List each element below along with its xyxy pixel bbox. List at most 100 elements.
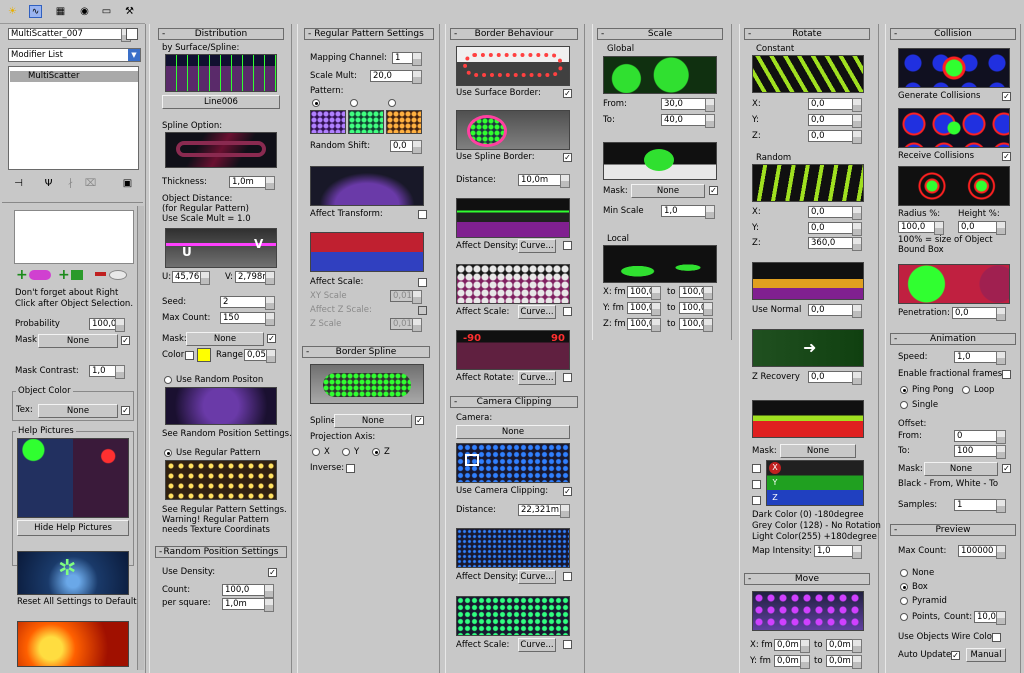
per-square-field[interactable]: 1,0m [222, 598, 274, 612]
local-z-from-field[interactable]: 100,0 [627, 318, 661, 332]
anim-to-field[interactable]: 100 [954, 445, 1006, 459]
make-unique-icon[interactable]: ∤ [64, 177, 77, 190]
pick-surface-button[interactable]: Line006 [162, 95, 280, 109]
regular-pattern-rollout-header[interactable]: - Regular Pattern Settings [304, 28, 434, 40]
preview-max-count-field[interactable]: 100000 [958, 545, 1006, 559]
tex-checkbox[interactable]: ✓ [121, 406, 130, 415]
manual-button[interactable]: Manual [966, 648, 1006, 662]
random-position-rollout-header[interactable]: - Random Position Settings [155, 546, 287, 558]
pin-stack-icon[interactable]: ⊣ [12, 177, 25, 190]
xy-scale-field[interactable]: 0,01 [390, 290, 422, 304]
generate-collisions-checkbox[interactable]: ✓ [1002, 92, 1011, 101]
single-radio[interactable] [900, 401, 908, 409]
count-field[interactable]: 100,0 [222, 584, 274, 598]
affect-rotate-checkbox[interactable] [563, 373, 572, 382]
affect-scale-curve-button[interactable]: Curve... [518, 305, 556, 319]
map-intensity-field[interactable]: 1,0 [814, 545, 862, 559]
camera-clipping-rollout-header[interactable]: - Camera Clipping [450, 396, 578, 408]
min-scale-field[interactable]: 1,0 [661, 205, 715, 219]
radius-field[interactable]: 100,0 [898, 221, 944, 235]
z-scale-field[interactable]: 0,01 [390, 318, 422, 332]
use-spline-border-checkbox[interactable]: ✓ [563, 153, 572, 162]
rotate-mask-button[interactable]: None [780, 444, 856, 458]
pattern-2-image[interactable] [348, 110, 384, 134]
hierarchy-icon[interactable]: ▦ [54, 5, 67, 18]
affect-density-checkbox[interactable] [563, 241, 572, 250]
receive-collisions-checkbox[interactable]: ✓ [1002, 152, 1011, 161]
object-name-field[interactable]: MultiScatter_007 [8, 28, 131, 42]
camera-button[interactable]: None [456, 425, 570, 439]
affect-scale-border-checkbox[interactable] [563, 307, 572, 316]
cam-density-checkbox[interactable] [563, 572, 572, 581]
affect-transform-checkbox[interactable] [418, 210, 427, 219]
remove-object-button[interactable] [95, 268, 135, 282]
scale-rollout-header[interactable]: - Scale [597, 28, 723, 40]
loop-radio[interactable] [962, 386, 970, 394]
to-field[interactable]: 40,0 [661, 114, 715, 128]
use-random-pos-radio[interactable] [164, 376, 172, 384]
affect-rotate-curve-button[interactable]: Curve... [518, 371, 556, 385]
distribution-rollout-header[interactable]: - Distribution [158, 28, 284, 40]
hammer-icon[interactable]: ⚒ [123, 5, 136, 18]
cam-scale-curve-button[interactable]: Curve... [518, 638, 556, 652]
affect-z-scale-checkbox[interactable] [418, 306, 427, 315]
preview-points-radio[interactable] [900, 613, 908, 621]
preview-pyramid-radio[interactable] [900, 597, 908, 605]
z-recovery-field[interactable]: 0,0 [808, 371, 862, 385]
anim-from-field[interactable]: 0 [954, 430, 1006, 444]
dist-mask-button[interactable]: None [186, 332, 264, 346]
auto-update-checkbox[interactable]: ✓ [951, 651, 960, 660]
scale-mask-checkbox[interactable]: ✓ [709, 186, 718, 195]
border-behaviour-rollout-header[interactable]: - Border Behaviour [450, 28, 578, 40]
probability-field[interactable]: 100,0 [89, 318, 125, 332]
move-x-from-field[interactable]: 0,0m [774, 639, 810, 653]
preview-none-radio[interactable] [900, 569, 908, 577]
range-field[interactable]: 0,05 [244, 349, 276, 363]
use-regular-radio[interactable] [164, 449, 172, 457]
mask-contrast-field[interactable]: 1,0 [89, 365, 125, 379]
move-y-to-field[interactable]: 0,0m [826, 655, 862, 669]
preview-rollout-header[interactable]: - Preview [890, 524, 1016, 536]
samples-field[interactable]: 1 [954, 499, 1006, 513]
configure-sets-icon[interactable]: ▣ [121, 177, 134, 190]
distance-field[interactable]: 10,0m [518, 174, 570, 188]
modifier-stack[interactable]: MultiScatter [8, 66, 139, 170]
const-x-field[interactable]: 0,0 [808, 98, 862, 112]
pattern-2-radio[interactable] [350, 99, 358, 107]
rotate-z-checkbox[interactable] [752, 496, 761, 505]
spline-checkbox[interactable]: ✓ [415, 416, 424, 425]
use-surface-border-checkbox[interactable]: ✓ [563, 89, 572, 98]
from-field[interactable]: 30,0 [661, 98, 715, 112]
affect-scale-checkbox[interactable] [418, 278, 427, 287]
dist-mask-checkbox[interactable]: ✓ [267, 334, 276, 343]
cam-scale-checkbox[interactable] [563, 640, 572, 649]
inverse-checkbox[interactable] [346, 464, 355, 473]
anim-mask-checkbox[interactable]: ✓ [1002, 464, 1011, 473]
rotate-x-checkbox[interactable] [752, 464, 761, 473]
move-y-from-field[interactable]: 0,0m [774, 655, 810, 669]
use-camera-clipping-checkbox[interactable]: ✓ [563, 487, 572, 496]
local-y-to-field[interactable]: 100,0 [679, 302, 713, 316]
animation-rollout-header[interactable]: - Animation [890, 333, 1016, 345]
random-shift-field[interactable]: 0,0 [390, 140, 422, 154]
color-swatch[interactable] [197, 348, 211, 362]
local-z-to-field[interactable]: 100,0 [679, 318, 713, 332]
move-rollout-header[interactable]: - Move [744, 573, 870, 585]
axis-z-radio[interactable] [372, 448, 380, 456]
wire-color-checkbox[interactable] [992, 633, 1001, 642]
local-x-from-field[interactable]: 100,0 [627, 286, 661, 300]
scrollbar[interactable] [137, 206, 144, 670]
anim-mask-button[interactable]: None [924, 462, 998, 476]
object-color-swatch[interactable] [126, 28, 138, 40]
use-normal-field[interactable]: 0,0 [808, 304, 862, 318]
reset-settings-label[interactable]: Reset All Settings to Default [17, 597, 137, 608]
preview-box-radio[interactable] [900, 583, 908, 591]
add-object-button[interactable]: + [16, 268, 56, 282]
mapping-channel-field[interactable]: 1 [392, 52, 422, 66]
border-spline-rollout-header[interactable]: - Border Spline [302, 346, 430, 358]
fractional-checkbox[interactable] [1002, 370, 1011, 379]
reset-settings-image[interactable]: ✲ [17, 551, 129, 595]
scale-mask-button[interactable]: None [631, 184, 705, 198]
motion-icon[interactable]: ◉ [78, 5, 91, 18]
pattern-1-image[interactable] [310, 110, 346, 134]
